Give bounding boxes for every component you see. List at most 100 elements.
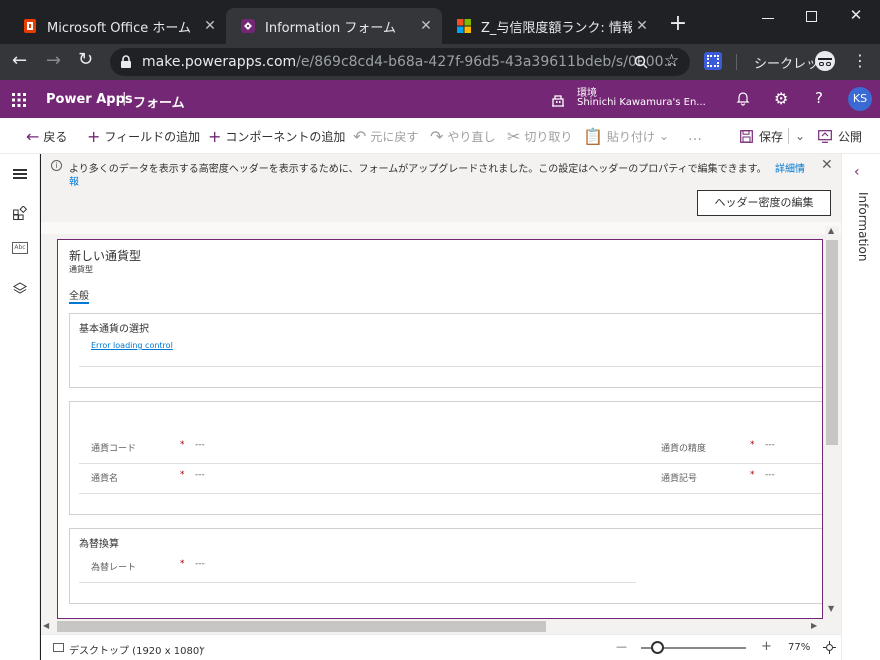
field-value-currency-code[interactable]: --- xyxy=(195,440,205,450)
fit-to-screen-icon[interactable] xyxy=(823,641,836,654)
save-disk-icon xyxy=(740,129,753,143)
field-abc-icon[interactable]: Abc xyxy=(12,242,28,254)
incognito-icon[interactable] xyxy=(815,51,835,71)
new-tab-button[interactable]: + xyxy=(666,12,690,36)
publish-button[interactable]: 公開 xyxy=(818,118,862,154)
status-bar: デスクトップ (1920 x 1080) ⌄ — + 77% xyxy=(41,634,841,660)
form-preview[interactable]: 新しい通貨型 通貨型 全般 基本通貨の選択 Error loading cont… xyxy=(57,239,823,619)
redo-label: やり直し xyxy=(447,129,496,144)
app-name[interactable]: Power Apps xyxy=(46,92,133,107)
add-component-button[interactable]: + コンポーネントの追加 xyxy=(208,118,345,154)
url-path: /e/869c8cd4-b68a-427f-96d5-43a39611bdeb/… xyxy=(296,54,677,70)
zoom-out-button[interactable]: — xyxy=(616,640,627,653)
paste-button[interactable]: 📋 貼り付け xyxy=(583,118,655,154)
hamburger-menu-icon[interactable] xyxy=(13,169,27,179)
office-icon xyxy=(24,19,36,33)
device-chevron-down-icon[interactable]: ⌄ xyxy=(197,639,207,653)
learn-more-link-continued[interactable]: 報 xyxy=(69,173,79,188)
bookmark-star-icon[interactable]: ☆ xyxy=(664,51,679,71)
vertical-scrollbar[interactable]: ▲ ▼ xyxy=(825,226,839,616)
command-bar: ← 戻る + フィールドの追加 + コンポーネントの追加 ↶ 元に戻す ↷ やり直し ✂ 切… xyxy=(0,118,880,154)
canvas-top-spacer xyxy=(41,222,841,234)
horizontal-scrollbar[interactable]: ◀ ▶ xyxy=(41,620,825,633)
field-label-currency-code: 通貨コード xyxy=(91,444,137,454)
field-label-currency-symbol: 通貨記号 xyxy=(661,474,698,484)
required-marker: * xyxy=(180,470,185,480)
form-canvas: i より多くのデータを表示する高密度ヘッダーを表示するために、フォームがアップグ… xyxy=(41,154,841,660)
browser-tab-information-form[interactable]: Information フォーム ✕ xyxy=(226,8,442,44)
close-tab-icon[interactable]: ✕ xyxy=(632,18,652,34)
close-notice-icon[interactable]: ✕ xyxy=(821,157,833,173)
undo-button[interactable]: ↶ 元に戻す xyxy=(353,118,418,154)
zoom-slider-thumb[interactable] xyxy=(651,641,664,654)
environment-icon xyxy=(550,92,566,107)
info-icon: i xyxy=(51,160,62,171)
microsoft-icon xyxy=(457,19,471,33)
close-window-icon[interactable]: ✕ xyxy=(844,6,868,26)
section-exchange-rate[interactable]: 為替換算 為替レート * --- xyxy=(69,528,822,604)
edit-header-density-button[interactable]: ヘッダー密度の編集 xyxy=(697,190,831,216)
components-icon[interactable] xyxy=(13,205,28,220)
zoom-in-button[interactable]: + xyxy=(761,639,772,654)
field-label-currency-precision: 通貨の精度 xyxy=(661,444,707,454)
error-loading-control-link[interactable]: Error loading control xyxy=(91,341,173,350)
expand-panel-chevron-icon[interactable]: ‹ xyxy=(854,164,860,180)
scroll-left-arrow-icon[interactable]: ◀ xyxy=(43,621,49,630)
scrollbar-thumb[interactable] xyxy=(57,621,546,632)
help-icon[interactable]: ? xyxy=(815,89,823,107)
redo-button[interactable]: ↷ やり直し xyxy=(430,118,495,154)
tree-view-layers-icon[interactable] xyxy=(13,281,27,295)
notification-bell-icon[interactable] xyxy=(736,91,750,106)
right-properties-panel: ‹ Information xyxy=(841,154,880,660)
environment-name[interactable]: Shinichi Kawamura's En... xyxy=(577,97,706,108)
address-bar[interactable]: make.powerapps.com/e/869c8cd4-b68a-427f-… xyxy=(110,48,690,76)
forward-arrow-icon[interactable]: → xyxy=(46,50,66,74)
minimize-icon[interactable] xyxy=(756,8,780,28)
field-value-currency-symbol[interactable]: --- xyxy=(765,470,775,480)
zoom-lens-icon[interactable] xyxy=(634,55,648,69)
publish-label: 公開 xyxy=(838,129,863,144)
save-dropdown-chevron-icon[interactable]: ⌄ xyxy=(795,118,805,154)
publish-icon xyxy=(818,129,832,143)
maximize-icon[interactable] xyxy=(800,8,824,28)
save-button[interactable]: 保存 xyxy=(740,118,783,154)
back-button[interactable]: ← 戻る xyxy=(26,118,67,154)
toolbar-divider xyxy=(736,54,737,70)
left-nav-rail: Abc xyxy=(0,154,40,660)
close-tab-icon[interactable]: ✕ xyxy=(200,18,220,34)
browser-tab-office[interactable]: Microsoft Office ホーム ✕ xyxy=(8,8,226,44)
browser-tab-strip: Microsoft Office ホーム ✕ Information フォーム … xyxy=(0,0,880,44)
paste-dropdown-chevron-icon[interactable]: ⌄ xyxy=(659,118,669,154)
field-value-currency-precision[interactable]: --- xyxy=(765,440,775,450)
add-component-label: コンポーネントの追加 xyxy=(225,129,346,144)
close-tab-icon[interactable]: ✕ xyxy=(416,18,436,34)
tab-general[interactable]: 全般 xyxy=(69,287,89,302)
section-currency-details[interactable]: 通貨コード * --- 通貨名 * --- 通貨の精度 * --- 通貨記号 *… xyxy=(69,401,822,515)
field-value-exchange-rate[interactable]: --- xyxy=(195,559,205,569)
record-title: 新しい通貨型 xyxy=(69,249,142,263)
scroll-up-arrow-icon[interactable]: ▲ xyxy=(828,226,834,235)
panel-title[interactable]: Information xyxy=(852,192,870,282)
learn-more-link[interactable]: 詳細情 xyxy=(775,160,805,175)
scroll-right-arrow-icon[interactable]: ▶ xyxy=(811,621,817,630)
reload-icon[interactable]: ↻ xyxy=(78,49,98,73)
browser-tab-credit-rank[interactable]: Z_与信限度額ランク: 情報（全 ✕ xyxy=(442,8,658,44)
settings-gear-icon[interactable]: ⚙ xyxy=(774,89,788,108)
add-field-button[interactable]: + フィールドの追加 xyxy=(87,118,200,154)
cut-button[interactable]: ✂ 切り取り xyxy=(507,118,572,154)
app-launcher-icon[interactable] xyxy=(12,92,26,107)
device-selector[interactable]: デスクトップ (1920 x 1080) xyxy=(69,642,203,657)
scroll-down-arrow-icon[interactable]: ▼ xyxy=(828,604,834,613)
back-arrow-icon[interactable]: ← xyxy=(12,50,32,74)
extension-icon[interactable] xyxy=(704,52,722,70)
clipboard-icon: 📋 xyxy=(583,126,603,146)
more-commands-button[interactable]: … xyxy=(688,118,702,154)
tab-title: Microsoft Office ホーム xyxy=(47,20,191,36)
user-avatar[interactable]: KS xyxy=(848,87,872,111)
scrollbar-thumb[interactable] xyxy=(826,240,838,445)
plus-icon: + xyxy=(208,126,222,146)
paste-label: 貼り付け xyxy=(606,129,655,144)
field-value-currency-name[interactable]: --- xyxy=(195,470,205,480)
section-base-currency[interactable]: 基本通貨の選択 Error loading control xyxy=(69,313,822,388)
browser-menu-icon[interactable]: ⋮ xyxy=(852,51,868,70)
